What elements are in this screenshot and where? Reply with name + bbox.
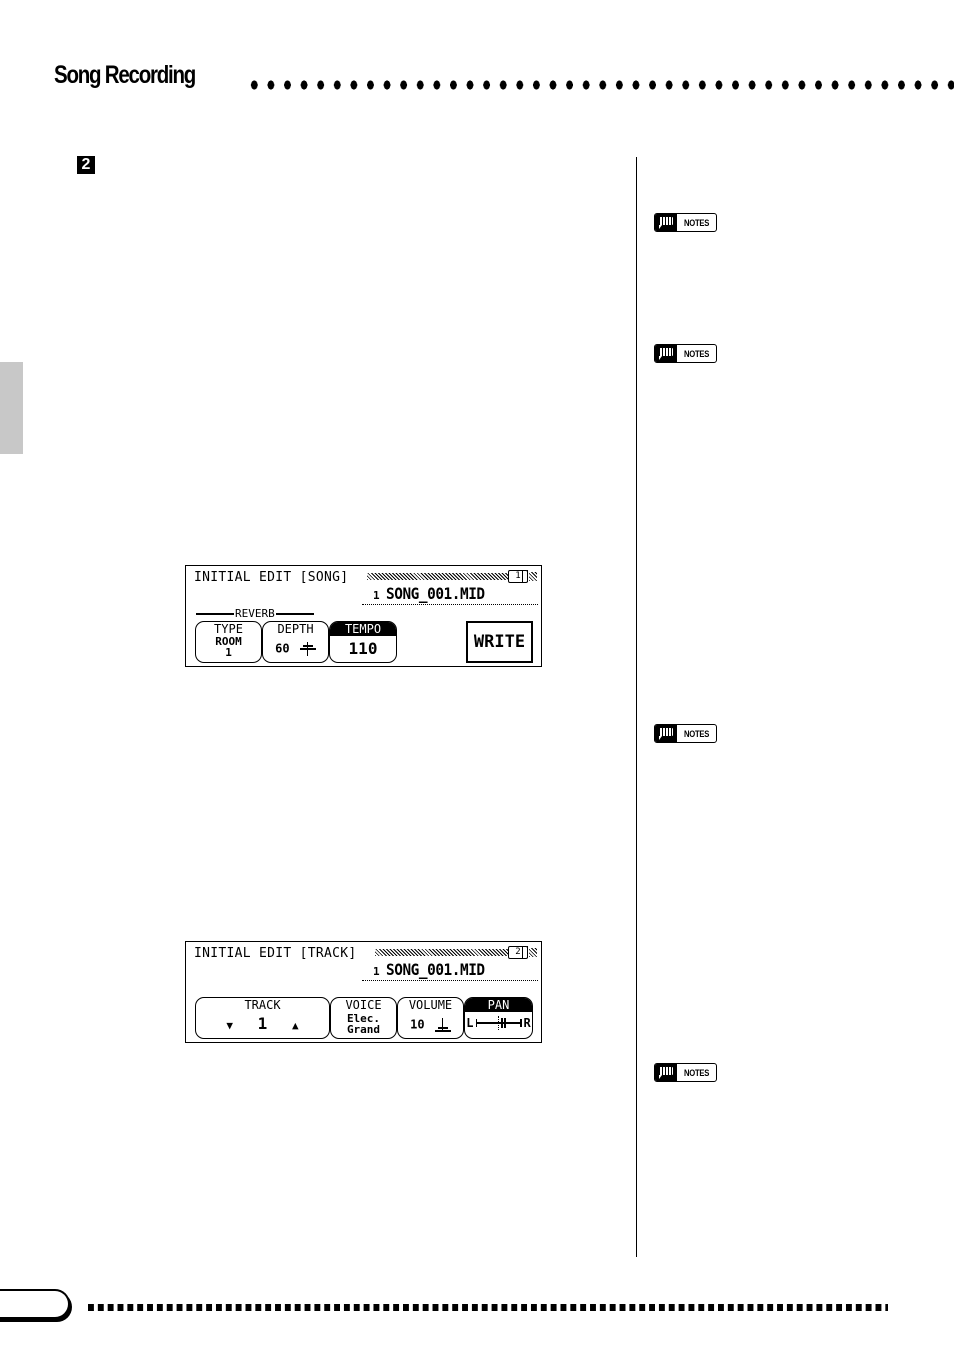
lcd-file-underline — [362, 604, 538, 605]
button-value: 1 — [257, 1014, 268, 1033]
notes-speech-icon — [655, 1064, 677, 1081]
lcd-file-number: 1 — [373, 589, 380, 602]
lcd-title: INITIAL EDIT [SONG] — [194, 570, 349, 585]
track-up-icon[interactable]: ▲ — [292, 1019, 299, 1032]
pan-right-label: R — [523, 1016, 531, 1030]
notes-speech-icon — [655, 214, 677, 231]
lcd-page-end-icon — [522, 946, 528, 958]
lcd-button-tempo[interactable]: TEMPO 110 — [329, 621, 397, 663]
depth-slider-icon — [299, 642, 316, 656]
lcd-button-track[interactable]: TRACK ▼ 1 ▲ — [195, 997, 330, 1039]
notes-label: NOTES — [684, 217, 710, 228]
button-value: 10 — [410, 1017, 425, 1032]
pan-left-label: L — [466, 1016, 474, 1030]
button-value-line2: 1 — [225, 646, 232, 659]
group-label: REVERB — [235, 607, 275, 620]
notes-label: NOTES — [684, 348, 710, 359]
lcd-hatch-bar — [367, 573, 509, 580]
lcd-page-end-icon — [522, 570, 528, 582]
group-rule-left — [196, 612, 234, 615]
lcd-file-number: 1 — [373, 965, 380, 978]
notes-badge: NOTES — [654, 1063, 717, 1082]
notes-label: NOTES — [684, 728, 710, 739]
group-rule-right — [275, 612, 314, 615]
lcd-hatch-end — [529, 948, 537, 957]
column-divider — [636, 157, 637, 1257]
track-down-icon[interactable]: ▼ — [226, 1019, 233, 1032]
lcd-button-volume[interactable]: VOLUME 10 — [397, 997, 464, 1039]
header-dotted-rule — [246, 80, 954, 90]
button-label: TYPE — [214, 622, 243, 636]
button-value: 110 — [348, 639, 378, 658]
lcd-button-type[interactable]: TYPE ROOM 1 — [195, 621, 262, 663]
button-value-row: 60 — [263, 642, 328, 656]
lcd-button-voice[interactable]: VOICE Elec. Grand — [330, 997, 397, 1039]
lcd-button-pan[interactable]: PAN L R — [464, 997, 533, 1039]
button-value: 60 — [275, 641, 290, 656]
volume-slider-icon — [434, 1018, 451, 1032]
lcd-file-name: SONG_001.MID — [386, 960, 485, 979]
notes-speech-icon — [655, 725, 677, 742]
track-value-row: ▼ 1 ▲ — [196, 1014, 329, 1033]
button-label: DEPTH — [277, 622, 314, 636]
button-value-line2: Grand — [346, 1023, 381, 1036]
lcd-file-underline — [362, 980, 538, 981]
lcd-file-name: SONG_001.MID — [386, 584, 485, 603]
step-number-badge: 2 — [77, 156, 95, 174]
lcd-hatch-bar — [375, 949, 509, 956]
notes-badge: NOTES — [654, 724, 717, 743]
chapter-side-tab — [0, 362, 23, 454]
lcd-initial-edit-song: INITIAL EDIT [SONG] 1 1 SONG_001.MID REV… — [185, 565, 542, 667]
button-label: VOICE — [345, 998, 382, 1012]
section-title: Song Recording — [54, 61, 196, 89]
notes-speech-icon — [655, 345, 677, 362]
button-value-row: 10 — [398, 1018, 463, 1032]
button-label: VOLUME — [408, 998, 453, 1012]
notes-badge: NOTES — [654, 344, 717, 363]
notes-label: NOTES — [684, 1067, 710, 1078]
pan-slider-icon — [475, 1016, 522, 1030]
footer-dotted-rule — [88, 1304, 888, 1311]
button-label: TEMPO — [330, 622, 396, 636]
notes-badge: NOTES — [654, 213, 717, 232]
lcd-button-depth[interactable]: DEPTH 60 — [262, 621, 329, 663]
lcd-title: INITIAL EDIT [TRACK] — [194, 946, 357, 961]
button-label: PAN — [465, 998, 532, 1012]
lcd-group-reverb: REVERB — [196, 607, 329, 620]
write-button[interactable]: WRITE — [466, 621, 533, 663]
lcd-hatch-end — [529, 572, 537, 581]
pan-indicator: L R — [465, 1014, 532, 1032]
lcd-initial-edit-track: INITIAL EDIT [TRACK] 2 1 SONG_001.MID TR… — [185, 941, 542, 1043]
button-label: TRACK — [244, 998, 281, 1012]
page-number-tab — [0, 1289, 70, 1319]
